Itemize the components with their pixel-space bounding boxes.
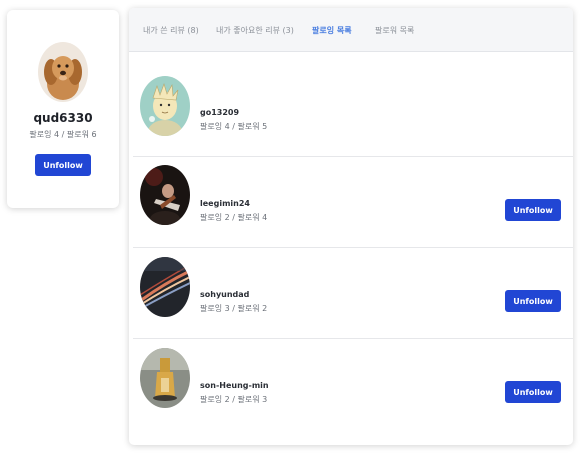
user-follow-counts: 팔로잉 2 / 팔로워 4 — [200, 213, 268, 222]
user-follow-counts: 팔로잉 3 / 팔로워 2 — [200, 304, 268, 313]
guitarist-photo-image — [140, 165, 190, 225]
user-follow-counts: 팔로잉 4 / 팔로워 5 — [200, 122, 268, 131]
user-avatar — [140, 348, 190, 408]
tab-bar: 내가 쓴 리뷰 (8) 내가 좋아요한 리뷰 (3) 팔로잉 목록 팔로워 목록 — [129, 8, 573, 52]
user-avatar — [140, 257, 190, 317]
light-trails-photo-image — [140, 257, 190, 317]
user-name[interactable]: son-Heung-min — [200, 381, 269, 390]
user-name[interactable]: leegimin24 — [200, 199, 250, 208]
following-row: go13209 팔로잉 4 / 팔로워 5 — [129, 66, 573, 156]
following-row: sohyundad 팔로잉 3 / 팔로워 2 Unfollow — [129, 248, 573, 338]
unfollow-button[interactable]: Unfollow — [505, 199, 561, 221]
tab-follower-list[interactable]: 팔로워 목록 — [375, 25, 414, 36]
user-name[interactable]: sohyundad — [200, 290, 249, 299]
user-avatar — [140, 76, 190, 136]
user-avatar — [140, 165, 190, 225]
following-panel: 내가 쓴 리뷰 (8) 내가 좋아요한 리뷰 (3) 팔로잉 목록 팔로워 목록… — [129, 8, 573, 445]
tab-liked-reviews[interactable]: 내가 좋아요한 리뷰 (3) — [216, 25, 294, 36]
following-row: son-Heung-min 팔로잉 2 / 팔로워 3 Unfollow — [129, 339, 573, 429]
profile-username: qud6330 — [33, 111, 93, 125]
profile-follow-counts: 팔로잉 4 / 팔로워 6 — [29, 130, 97, 139]
unfollow-button[interactable]: Unfollow — [505, 381, 561, 403]
user-name[interactable]: go13209 — [200, 108, 239, 117]
profile-unfollow-button[interactable]: Unfollow — [35, 154, 91, 176]
user-follow-counts: 팔로잉 2 / 팔로워 3 — [200, 395, 268, 404]
cartoon-avatar-image — [140, 76, 190, 136]
tab-my-reviews[interactable]: 내가 쓴 리뷰 (8) — [143, 25, 199, 36]
following-row: leegimin24 팔로잉 2 / 팔로워 4 Unfollow — [129, 157, 573, 247]
tab-following-list[interactable]: 팔로잉 목록 — [312, 25, 352, 36]
unfollow-button[interactable]: Unfollow — [505, 290, 561, 312]
puppy-avatar-image — [38, 42, 88, 102]
bottle-photo-image — [140, 348, 190, 408]
profile-avatar — [38, 42, 88, 102]
profile-card: qud6330 팔로잉 4 / 팔로워 6 Unfollow — [7, 10, 119, 208]
